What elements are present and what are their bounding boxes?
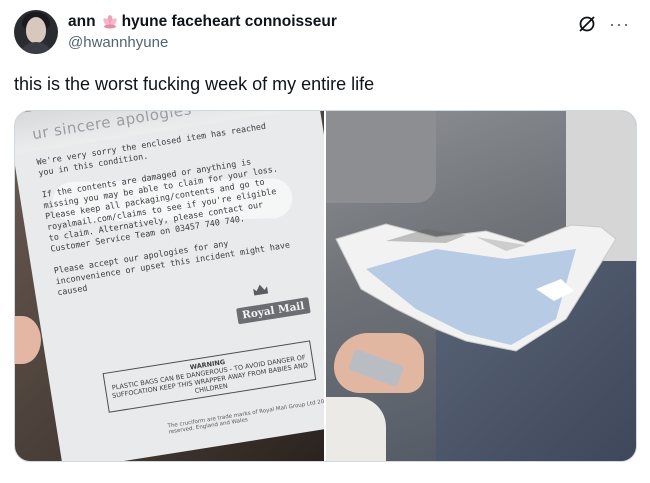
bag-text: ur sincere apologies We're very sorry th… [31, 111, 324, 298]
user-handle[interactable]: @hwannhyune [68, 33, 337, 53]
display-name-part1: ann [68, 13, 96, 30]
thumb [15, 316, 41, 364]
tweet-text: this is the worst fucking week of my ent… [14, 74, 375, 94]
sleeve [326, 397, 386, 461]
header-actions: ··· [577, 14, 630, 34]
royal-mail-logo-text: Royal Mail [236, 297, 311, 325]
royal-mail-logo: Royal Mail [232, 274, 311, 325]
media-grid: ur sincere apologies We're very sorry th… [14, 110, 637, 462]
display-name-part2: hyune faceheart connoisseur [121, 13, 337, 30]
avatar-body [18, 42, 54, 54]
bag-paragraph: We're very sorry the enclosed item has r… [35, 120, 291, 298]
tweet: ann hyune faceheart connoisseur @hwannhy… [0, 0, 650, 483]
avatar-face [26, 17, 46, 43]
plastic-bag: ur sincere apologies We're very sorry th… [15, 111, 324, 461]
photo-royal-mail-bag[interactable]: ur sincere apologies We're very sorry th… [15, 111, 324, 461]
lotus-flower-icon [102, 15, 117, 29]
warning-box: WARNING PLASTIC BAGS CAN BE DANGEROUS - … [102, 340, 317, 413]
crown-icon [253, 284, 269, 296]
more-options-icon[interactable]: ··· [609, 15, 630, 33]
grok-icon[interactable] [577, 14, 597, 34]
photo-torn-envelope[interactable] [326, 111, 636, 461]
author-block: ann hyune faceheart connoisseur @hwannhy… [68, 12, 337, 53]
display-name[interactable]: ann hyune faceheart connoisseur [68, 12, 337, 32]
avatar[interactable] [14, 10, 58, 54]
